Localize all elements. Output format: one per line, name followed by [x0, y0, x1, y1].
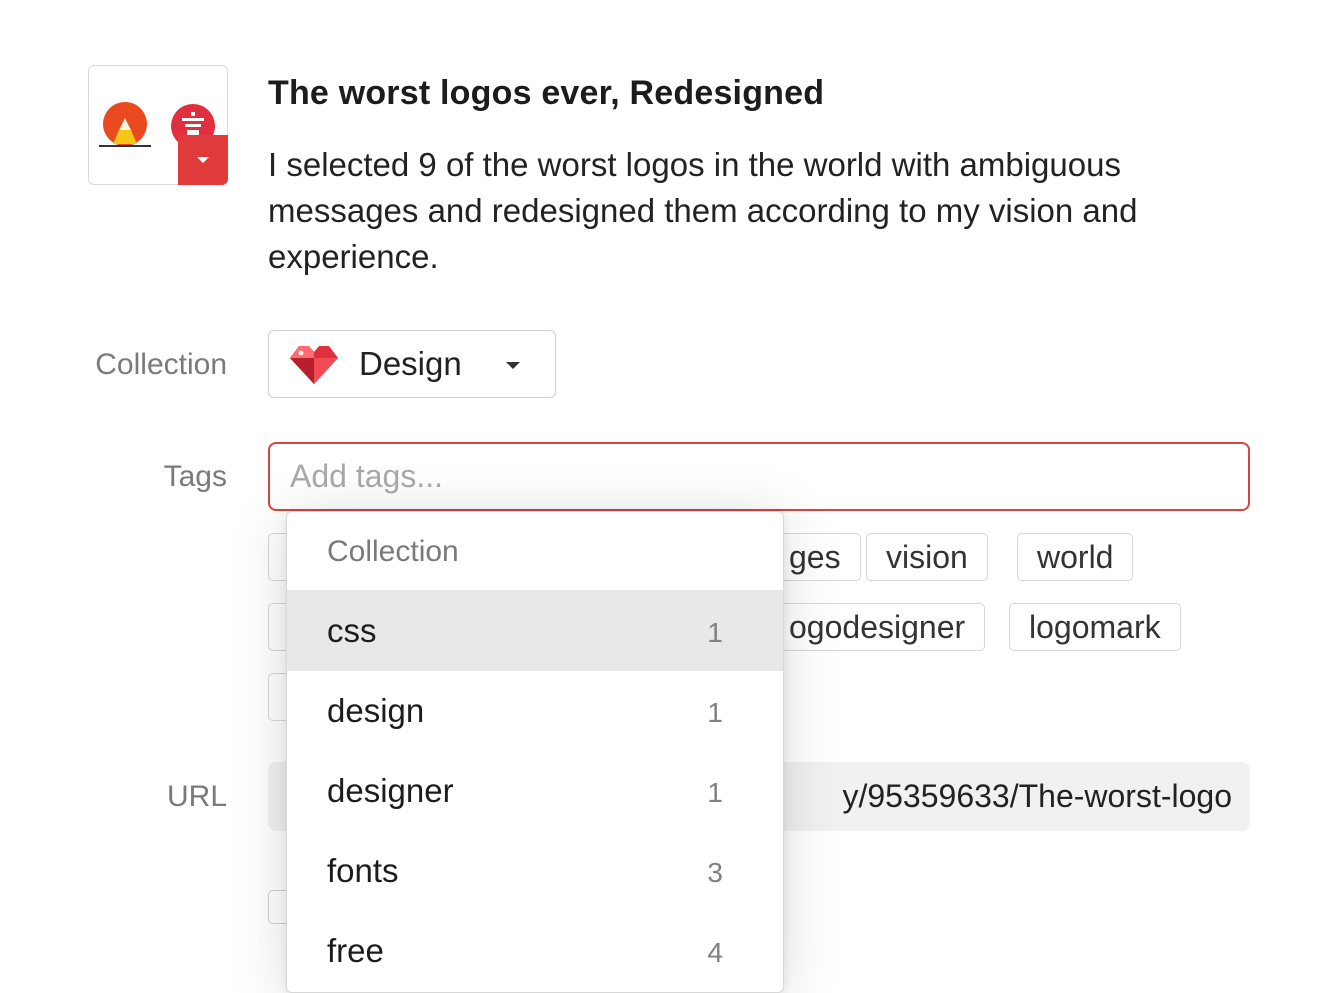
suggested-tag-chip[interactable]: logomark [1009, 603, 1181, 651]
dropdown-item-label: design [327, 692, 425, 729]
tags-input[interactable]: Add tags... [268, 442, 1250, 511]
dropdown-item-count: 1 [707, 697, 723, 728]
thumbnail-menu-button[interactable] [178, 135, 228, 185]
caret-down-icon [197, 157, 209, 163]
dropdown-item-label: fonts [327, 852, 399, 889]
dropdown-item-designer[interactable]: designer 1 [287, 751, 783, 831]
collection-label: Collection [95, 348, 227, 381]
url-field-value: y/95359633/The-worst-logo [842, 778, 1232, 814]
dropdown-item-css[interactable]: css 1 [287, 591, 783, 671]
dropdown-item-count: 1 [707, 617, 723, 648]
dropdown-item-count: 4 [707, 937, 723, 968]
red-heart-gem-icon [290, 346, 338, 384]
dropdown-item-fonts[interactable]: fonts 3 [287, 831, 783, 911]
item-description: I selected 9 of the worst logos in the w… [268, 146, 1138, 275]
dropdown-item-label: free [327, 932, 384, 969]
dropdown-item-label: designer [327, 772, 454, 809]
url-label: URL [166, 780, 227, 813]
dropdown-item-count: 1 [707, 777, 723, 808]
tag-suggestions-dropdown: Collection css 1 design 1 designer 1 fon… [286, 511, 784, 993]
dropdown-item-free[interactable]: free 4 [287, 911, 783, 991]
collection-select-value: Design [359, 345, 462, 382]
suggested-tag-chip[interactable]: world [1017, 533, 1134, 581]
suggested-tag-chip[interactable]: vision [866, 533, 988, 581]
dropdown-item-design[interactable]: design 1 [287, 671, 783, 751]
collection-select[interactable]: Design [268, 330, 556, 398]
tags-label: Tags [163, 460, 227, 493]
dropdown-item-count: 3 [707, 857, 723, 888]
item-title: The worst logos ever, Redesigned [268, 74, 825, 112]
dropdown-section-header: Collection [287, 512, 783, 591]
chevron-down-icon [506, 362, 520, 369]
dropdown-item-label: css [327, 612, 377, 649]
